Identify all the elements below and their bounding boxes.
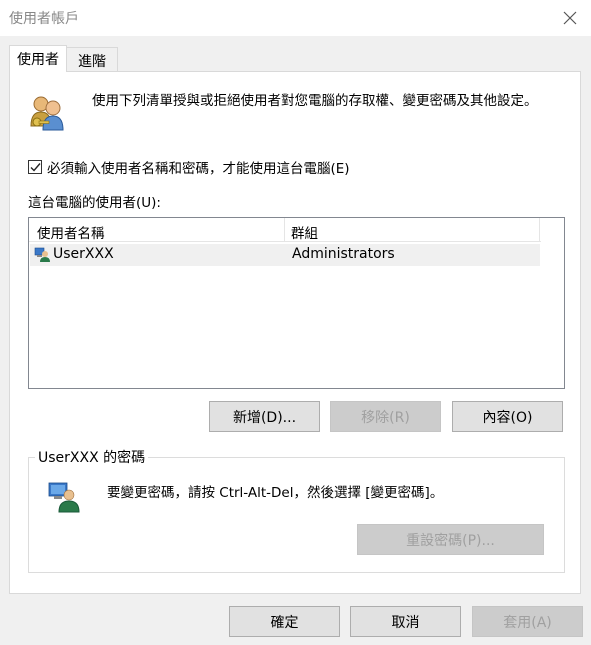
require-login-checkbox[interactable]	[28, 160, 42, 174]
tab-users[interactable]: 使用者	[9, 45, 67, 72]
tab-advanced[interactable]: 進階	[66, 47, 118, 71]
require-login-label: 必須輸入使用者名稱和密碼，才能使用這台電腦(E)	[47, 161, 350, 177]
tab-advanced-label: 進階	[78, 54, 106, 70]
tab-users-label: 使用者	[17, 52, 59, 68]
ok-button[interactable]: 確定	[229, 606, 340, 637]
description-text: 使用下列清單授與或拒絕使用者對您電腦的存取權、變更密碼及其他設定。	[92, 93, 538, 109]
column-divider[interactable]	[539, 218, 540, 242]
password-group-title: UserXXX 的密碼	[35, 447, 149, 467]
add-user-button[interactable]: 新增(D)...	[209, 401, 320, 432]
reset-password-button[interactable]: 重設密碼(P)...	[357, 524, 544, 555]
password-groupbox	[28, 457, 565, 573]
column-header-username[interactable]: 使用者名稱	[37, 222, 105, 242]
users-keys-icon	[27, 92, 67, 136]
users-tab-panel: 使用下列清單授與或拒絕使用者對您電腦的存取權、變更密碼及其他設定。 必須輸入使用…	[9, 71, 581, 594]
users-listview[interactable]: 使用者名稱 群組 UserXXX Administrators	[28, 217, 565, 389]
list-header: 使用者名稱 群組	[29, 218, 541, 242]
close-button[interactable]	[555, 4, 585, 32]
users-list-label: 這台電腦的使用者(U):	[28, 195, 161, 211]
apply-button[interactable]: 套用(A)	[472, 606, 583, 637]
cancel-button[interactable]: 取消	[350, 606, 461, 637]
user-icon	[34, 246, 50, 266]
window-title: 使用者帳戶	[9, 11, 79, 27]
checkmark-icon	[30, 162, 41, 172]
column-divider[interactable]	[284, 218, 285, 242]
require-login-row[interactable]: 必須輸入使用者名稱和密碼，才能使用這台電腦(E)	[28, 157, 350, 177]
column-header-group[interactable]: 群組	[291, 222, 318, 242]
user-password-icon	[47, 481, 81, 517]
close-icon	[563, 11, 577, 25]
user-name-cell: UserXXX	[53, 246, 114, 262]
title-bar: 使用者帳戶	[0, 0, 591, 36]
password-instructions: 要變更密碼，請按 Ctrl-Alt-Del，然後選擇 [變更密碼]。	[107, 485, 444, 501]
remove-user-button[interactable]: 移除(R)	[330, 401, 441, 432]
table-row[interactable]: UserXXX Administrators	[30, 244, 540, 266]
user-group-cell: Administrators	[292, 246, 395, 262]
properties-button[interactable]: 內容(O)	[452, 401, 563, 432]
